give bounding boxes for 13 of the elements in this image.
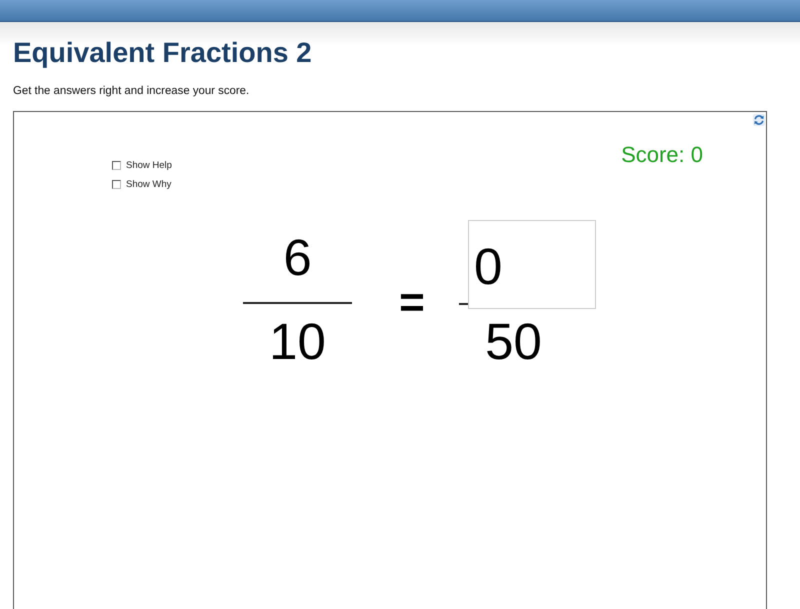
checkbox-label[interactable]: Show Help: [126, 160, 172, 172]
checkbox-label[interactable]: Show Why: [126, 178, 172, 190]
checkbox[interactable]: [112, 180, 121, 189]
refresh-icon[interactable]: [753, 114, 765, 126]
numerator: 6: [283, 233, 312, 283]
page-subtitle: Get the answers right and increase your score.: [13, 84, 250, 98]
answer-field[interactable]: 0: [468, 220, 596, 309]
denominator: 50: [484, 317, 543, 367]
checkbox[interactable]: [112, 161, 121, 170]
page-title: Equivalent Fractions 2: [13, 37, 312, 69]
score-text: Score: 0: [621, 142, 703, 168]
equals-sign: =: [399, 281, 425, 325]
denominator: 10: [269, 317, 326, 367]
